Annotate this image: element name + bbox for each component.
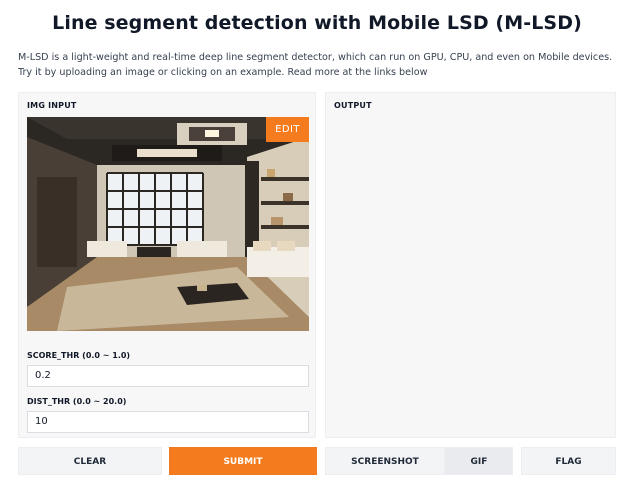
page-description: M-LSD is a light-weight and real-time de… [18,52,613,78]
screenshot-button[interactable]: SCREENSHOT [325,447,445,475]
input-panel: IMG INPUT EDIT SCORE_THR (0.0 ~ 1.0) 0.2… [18,92,316,438]
page-title: Line segment detection with Mobile LSD (… [52,12,582,34]
image-input[interactable]: EDIT [27,117,309,331]
distance-threshold-input[interactable]: 10 [27,411,309,433]
input-image [27,117,309,331]
submit-button[interactable]: SUBMIT [169,447,317,475]
edit-button[interactable]: EDIT [266,117,309,142]
score-threshold-input[interactable]: 0.2 [27,365,309,387]
output-panel-label: OUTPUT [334,101,372,110]
input-panel-label: IMG INPUT [27,101,77,110]
distance-threshold-label: DIST_THR (0.0 ~ 20.0) [27,397,127,406]
score-threshold-label: SCORE_THR (0.0 ~ 1.0) [27,351,131,360]
output-panel: OUTPUT [325,92,616,438]
flag-button[interactable]: FLAG [521,447,616,475]
gif-button[interactable]: GIF [445,447,513,475]
clear-button[interactable]: CLEAR [18,447,162,475]
